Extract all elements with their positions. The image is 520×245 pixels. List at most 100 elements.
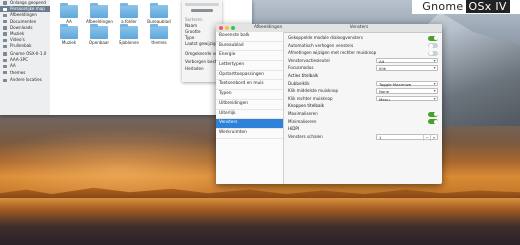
dropdown-select[interactable]: Klik ▾ bbox=[376, 65, 438, 71]
sidebar-item-label: Documenten bbox=[10, 18, 37, 24]
nav-item[interactable]: Uitbreidingen bbox=[216, 100, 283, 110]
settings-panel: Gekoppelde modale dialoogvensters Automat… bbox=[284, 32, 442, 184]
chevron-down-icon: ▾ bbox=[433, 96, 436, 101]
music-icon bbox=[3, 32, 7, 36]
folder-item[interactable]: a folder bbox=[116, 3, 142, 24]
sidebar-item[interactable]: Andere locaties bbox=[0, 77, 50, 83]
folder-label: Sjablonen bbox=[118, 40, 140, 45]
menu-item[interactable]: Laatst gewijzigd bbox=[185, 41, 218, 46]
setting-row: Focusmodus Klik ▾ bbox=[288, 65, 438, 71]
dropdown-select[interactable]: Alt ▾ bbox=[376, 57, 438, 64]
chevron-down-icon: ▾ bbox=[433, 89, 436, 94]
nav-item[interactable]: Bovenste balk bbox=[216, 32, 283, 42]
brand-part1: Gnome bbox=[422, 0, 464, 13]
nav-item[interactable]: Energie bbox=[216, 51, 283, 62]
drive-icon bbox=[3, 64, 7, 69]
folder-item[interactable]: Afbeeldingen bbox=[86, 3, 113, 24]
setting-row: Dubbelklik Toggle Maximize ▾ bbox=[288, 80, 438, 87]
folder-icon bbox=[90, 3, 108, 18]
sidebar-item-label: Video's bbox=[10, 37, 25, 43]
setting-label: Klik middelste muisknop bbox=[288, 88, 339, 94]
plus-button[interactable]: + bbox=[430, 134, 437, 141]
setting-row: Automatisch verhogen vensters bbox=[288, 43, 438, 49]
dropdown-select[interactable]: None ▾ bbox=[376, 88, 438, 94]
setting-label: Gekoppelde modale dialoogvensters bbox=[288, 35, 363, 40]
setting-label: Dubbelklik bbox=[288, 80, 310, 86]
setting-row: Minimaliseren bbox=[288, 119, 438, 125]
spin-value: 1 bbox=[379, 134, 382, 140]
sidebar-item-label: Muziek bbox=[10, 30, 25, 36]
menu-item[interactable]: Grootte bbox=[185, 29, 201, 34]
wallpaper-lake bbox=[0, 198, 520, 245]
sidebar-item[interactable]: Prullenbak bbox=[0, 43, 50, 49]
toggle-switch[interactable] bbox=[428, 119, 438, 125]
sidebar-item-label: Downloads bbox=[10, 24, 33, 30]
folder-item[interactable]: Muziek bbox=[56, 24, 82, 45]
setting-row: Klik rechter muisknop Menu ▾ bbox=[288, 95, 438, 102]
folder-item[interactable]: Bureaublad bbox=[146, 3, 172, 24]
setting-label: Venstervactiesleutel bbox=[288, 57, 330, 63]
video-icon bbox=[3, 38, 7, 42]
folder-label: Openbaar bbox=[88, 40, 110, 45]
nav-item[interactable]: Uiterlijk bbox=[216, 110, 283, 120]
scale-spinbutton[interactable]: 1 − + bbox=[376, 133, 438, 141]
setting-row: Venstervactiesleutel Alt ▾ bbox=[288, 57, 438, 64]
menu-item[interactable]: Naam bbox=[185, 23, 197, 28]
trash-icon bbox=[3, 44, 7, 49]
folder-item[interactable]: Sjablonen bbox=[116, 24, 142, 45]
dropdown-select[interactable]: Toggle Maximize ▾ bbox=[376, 80, 438, 87]
setting-label: Maximaliseren bbox=[288, 111, 318, 116]
nav-item[interactable]: Vensters bbox=[216, 119, 283, 129]
drive-icon bbox=[3, 52, 7, 56]
toggle-switch[interactable] bbox=[428, 111, 438, 117]
nav-item[interactable]: Lettertypen bbox=[216, 61, 283, 71]
zoom-slider-track[interactable] bbox=[185, 3, 219, 6]
download-icon bbox=[3, 26, 7, 30]
nav-item[interactable]: Opstarttoepassingen bbox=[216, 71, 283, 81]
chevron-down-icon: ▾ bbox=[433, 58, 436, 63]
section-heading: HiDPI bbox=[288, 126, 438, 132]
menu-item: Sorteren bbox=[185, 17, 203, 22]
toggle-switch[interactable] bbox=[428, 43, 438, 49]
drive-icon bbox=[3, 58, 7, 62]
nav-item[interactable]: Typen bbox=[216, 90, 283, 100]
section-heading: Knoppen titelbalk bbox=[288, 103, 438, 109]
window-title: Vensters bbox=[349, 25, 369, 30]
zoom-slider-handle[interactable] bbox=[191, 9, 213, 12]
sidebar-item-label: Gnome OSX-II-1.0 bbox=[10, 51, 47, 56]
brand-part2: OSx IV bbox=[465, 0, 510, 13]
dropdown-select[interactable]: Menu ▾ bbox=[376, 95, 438, 102]
nav-item[interactable]: Bureaublad bbox=[216, 42, 283, 52]
folder-icon bbox=[60, 24, 78, 39]
clock-icon bbox=[3, 1, 7, 5]
setting-row: Afmetingen wijzigen met rechter muisknop bbox=[288, 50, 438, 56]
folder-label: Muziek bbox=[61, 40, 77, 45]
folder-item[interactable]: themes bbox=[146, 24, 172, 45]
folder-item[interactable]: AA bbox=[56, 3, 82, 24]
nav-item[interactable]: Werkruimten bbox=[216, 129, 283, 139]
folder-icon bbox=[120, 24, 138, 39]
settings-nav: Bovenste balk Bureaublad Energie Lettertype… bbox=[216, 32, 284, 184]
setting-label: Klik rechter muisknop bbox=[288, 95, 333, 101]
setting-label: Knoppen titelbalk bbox=[288, 103, 325, 109]
setting-row: Klik middelste muisknop None ▾ bbox=[288, 88, 438, 94]
section-heading: Acties titelbalk bbox=[288, 73, 438, 79]
folder-icon bbox=[60, 3, 78, 18]
folder-icon bbox=[150, 3, 168, 18]
nav-item[interactable]: Toetsenbord en muis bbox=[216, 80, 283, 91]
setting-label: Afmetingen wijzigen met rechter muisknop bbox=[288, 50, 377, 56]
sidebar-item-label: Afbeeldingen bbox=[10, 12, 37, 18]
minus-button[interactable]: − bbox=[423, 134, 430, 141]
setting-label: HiDPI bbox=[288, 126, 300, 132]
folder-item[interactable]: Openbaar bbox=[86, 24, 112, 45]
menu-item[interactable]: Herladen bbox=[185, 66, 204, 71]
home-icon bbox=[3, 7, 7, 11]
toggle-switch[interactable] bbox=[428, 35, 438, 41]
tweaks-settings-window: Afbeeldingen Vensters Bovenste balk Burea… bbox=[216, 24, 442, 184]
menu-item[interactable]: Type bbox=[185, 35, 194, 40]
toggle-switch[interactable] bbox=[428, 50, 438, 56]
setting-row: Vensters schalen 1 − + bbox=[288, 133, 438, 141]
document-icon bbox=[3, 19, 7, 24]
sidebar-item[interactable]: themes bbox=[0, 70, 50, 76]
sidebar-item-label: themes bbox=[10, 69, 26, 75]
